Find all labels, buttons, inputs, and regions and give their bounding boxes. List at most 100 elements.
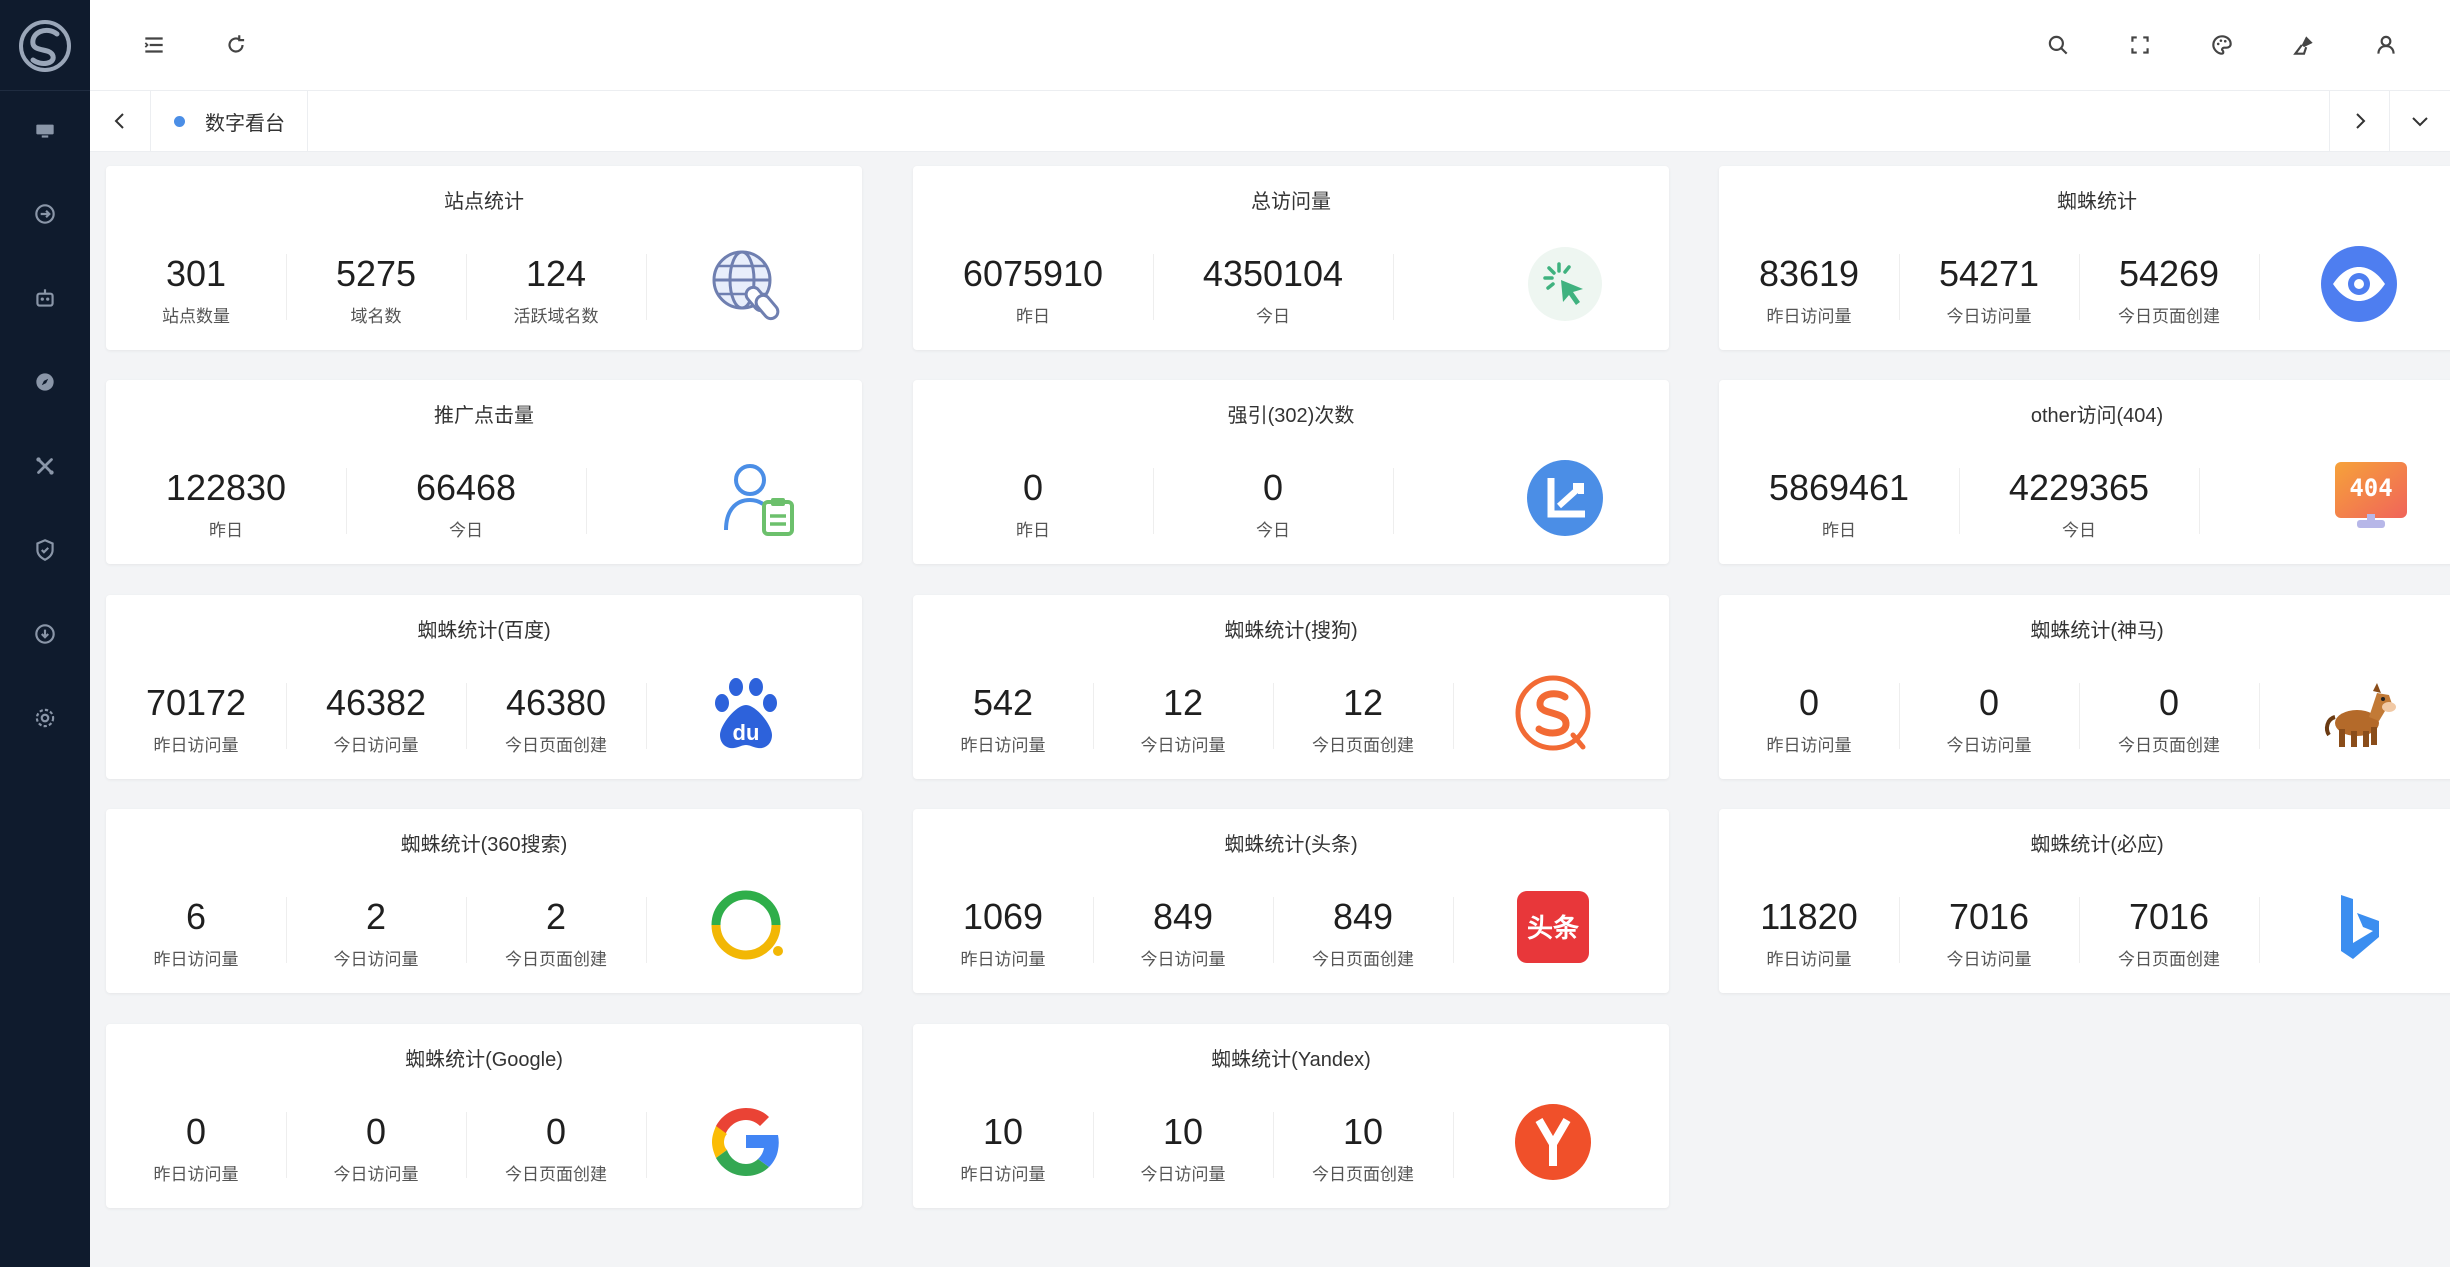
sidebar-item-settings[interactable]: [0, 688, 90, 748]
stat-item: 54271 今日访问量: [1899, 252, 2079, 326]
card-title: 强引(302)次数: [1227, 405, 1355, 427]
stat-value: 542: [972, 682, 1034, 723]
stat-card: 强引(302)次数 0 昨日 0 今日: [913, 380, 1669, 564]
stat-divider: [646, 254, 647, 320]
stat-item: 7016 今日访问量: [1899, 895, 2079, 969]
sidebar-item-robot[interactable]: [0, 268, 90, 328]
fullscreen-button[interactable]: [2120, 25, 2160, 65]
shield-icon: [36, 539, 54, 561]
stat-item: 6 昨日访问量: [106, 895, 286, 969]
refresh-icon: [228, 35, 245, 53]
stat-value: 7016: [1948, 896, 2030, 937]
compass-icon: [36, 373, 54, 391]
stat-value: 6075910: [962, 253, 1104, 294]
stat-item: 849 今日访问量: [1093, 895, 1273, 969]
menu-fold-button[interactable]: [134, 25, 174, 65]
stat-item: 2 今日访问量: [286, 895, 466, 969]
sidebar-item-dashboard[interactable]: [0, 100, 90, 160]
search-button[interactable]: [2038, 25, 2078, 65]
stat-label: 今日页面创建: [1312, 1165, 1414, 1184]
palette-icon: [2212, 35, 2232, 55]
tabs-scroll-left-button[interactable]: [90, 91, 151, 151]
theme-button[interactable]: [2202, 25, 2242, 65]
stat-label: 今日页面创建: [505, 736, 607, 755]
stat-label: 昨日访问量: [960, 736, 1046, 755]
stat-label: 昨日访问量: [153, 1165, 239, 1184]
svg-text:404: 404: [2349, 474, 2392, 502]
stat-item: 0 今日访问量: [286, 1110, 466, 1184]
app-logo-icon[interactable]: [17, 18, 73, 74]
stat-item: 0 今日页面创建: [466, 1110, 646, 1184]
stat-label: 今日访问量: [1946, 950, 2032, 969]
stat-card: 总访问量 6075910 昨日 4350104 今日: [913, 166, 1669, 350]
sidebar-item-tools[interactable]: [0, 436, 90, 496]
stat-label: 今日访问量: [1946, 736, 2032, 755]
stat-item: 5275 域名数: [286, 252, 466, 326]
card-title: 总访问量: [1251, 191, 1331, 213]
stat-value: 1069: [962, 896, 1044, 937]
card-title: 蜘蛛统计(神马): [2030, 620, 2164, 642]
tab-digital-dashboard[interactable]: 数字看台: [152, 91, 308, 151]
baidu-icon: du: [706, 673, 786, 753]
stat-item: 83619 昨日访问量: [1719, 252, 1899, 326]
tabs-scroll-right-button[interactable]: [2329, 91, 2390, 151]
stat-value: 12: [1162, 682, 1204, 723]
360-search-icon: [706, 887, 786, 967]
clear-cache-button[interactable]: [2284, 25, 2324, 65]
stat-item: 66468 今日: [346, 466, 586, 540]
stat-label: 活跃域名数: [513, 307, 599, 326]
stat-label: 域名数: [350, 307, 402, 326]
stat-value: 7016: [2128, 896, 2210, 937]
sidebar-item-compass[interactable]: [0, 352, 90, 412]
stat-card: 蜘蛛统计(Yandex) 10 昨日访问量 10 今日访问量 10 今日页面创建: [913, 1024, 1669, 1208]
stat-divider: [2259, 254, 2260, 320]
stat-card: 蜘蛛统计(必应) 11820 昨日访问量 7016 今日访问量 7016 今日页面创建: [1719, 809, 2450, 993]
refresh-button[interactable]: [216, 25, 256, 65]
stat-divider: [1393, 468, 1394, 534]
stat-value: 0: [545, 1111, 567, 1152]
sidebar-item-security[interactable]: [0, 520, 90, 580]
stat-divider: [2259, 683, 2260, 749]
user-report-icon: [718, 458, 798, 538]
tabs-menu-button[interactable]: [2389, 91, 2450, 151]
stat-label: 今日页面创建: [1312, 736, 1414, 755]
stat-value: 0: [1262, 467, 1284, 508]
robot-icon: [36, 289, 54, 307]
stat-card: 推广点击量 122830 昨日 66468 今日: [106, 380, 862, 564]
user-menu-button[interactable]: [2366, 25, 2406, 65]
search-icon: [2048, 35, 2068, 55]
stat-item: 6075910 昨日: [913, 252, 1153, 326]
stat-label: 昨日访问量: [1766, 307, 1852, 326]
google-icon: [706, 1102, 786, 1182]
active-tab-dot: [174, 115, 185, 127]
stat-label: 今日访问量: [1946, 307, 2032, 326]
stat-divider: [646, 897, 647, 963]
stat-label: 昨日: [1822, 521, 1856, 540]
card-title: 蜘蛛统计(必应): [2030, 834, 2164, 856]
sidebar: [0, 0, 90, 1267]
shenma-horse-icon: [2319, 673, 2399, 753]
icon-label: 头条: [1527, 914, 1580, 944]
stat-value: 2: [545, 896, 567, 937]
stat-card: 蜘蛛统计(360搜索) 6 昨日访问量 2 今日访问量 2 今日页面创建: [106, 809, 862, 993]
card-title: 推广点击量: [434, 405, 534, 427]
sidebar-item-exchange[interactable]: [0, 184, 90, 244]
redirect-icon: [1525, 458, 1605, 538]
sidebar-item-download[interactable]: [0, 604, 90, 664]
stat-item: 0 昨日访问量: [106, 1110, 286, 1184]
stat-value: 122830: [165, 467, 287, 508]
stat-value: 54271: [1938, 253, 2040, 294]
stat-value: 4229365: [2008, 467, 2150, 508]
stat-label: 昨日访问量: [1766, 950, 1852, 969]
stat-label: 今日页面创建: [505, 950, 607, 969]
stat-divider: [1453, 897, 1454, 963]
dashboard-icon: [36, 124, 54, 138]
stat-label: 今日访问量: [333, 736, 419, 755]
exchange-icon: [35, 204, 55, 224]
stat-value: 0: [185, 1111, 207, 1152]
stat-item: 4350104 今日: [1153, 252, 1393, 326]
stat-item: 0 今日访问量: [1899, 681, 2079, 755]
stat-item: 11820 昨日访问量: [1719, 895, 1899, 969]
stat-item: 7016 今日页面创建: [2079, 895, 2259, 969]
card-title: 蜘蛛统计(头条): [1224, 834, 1358, 856]
